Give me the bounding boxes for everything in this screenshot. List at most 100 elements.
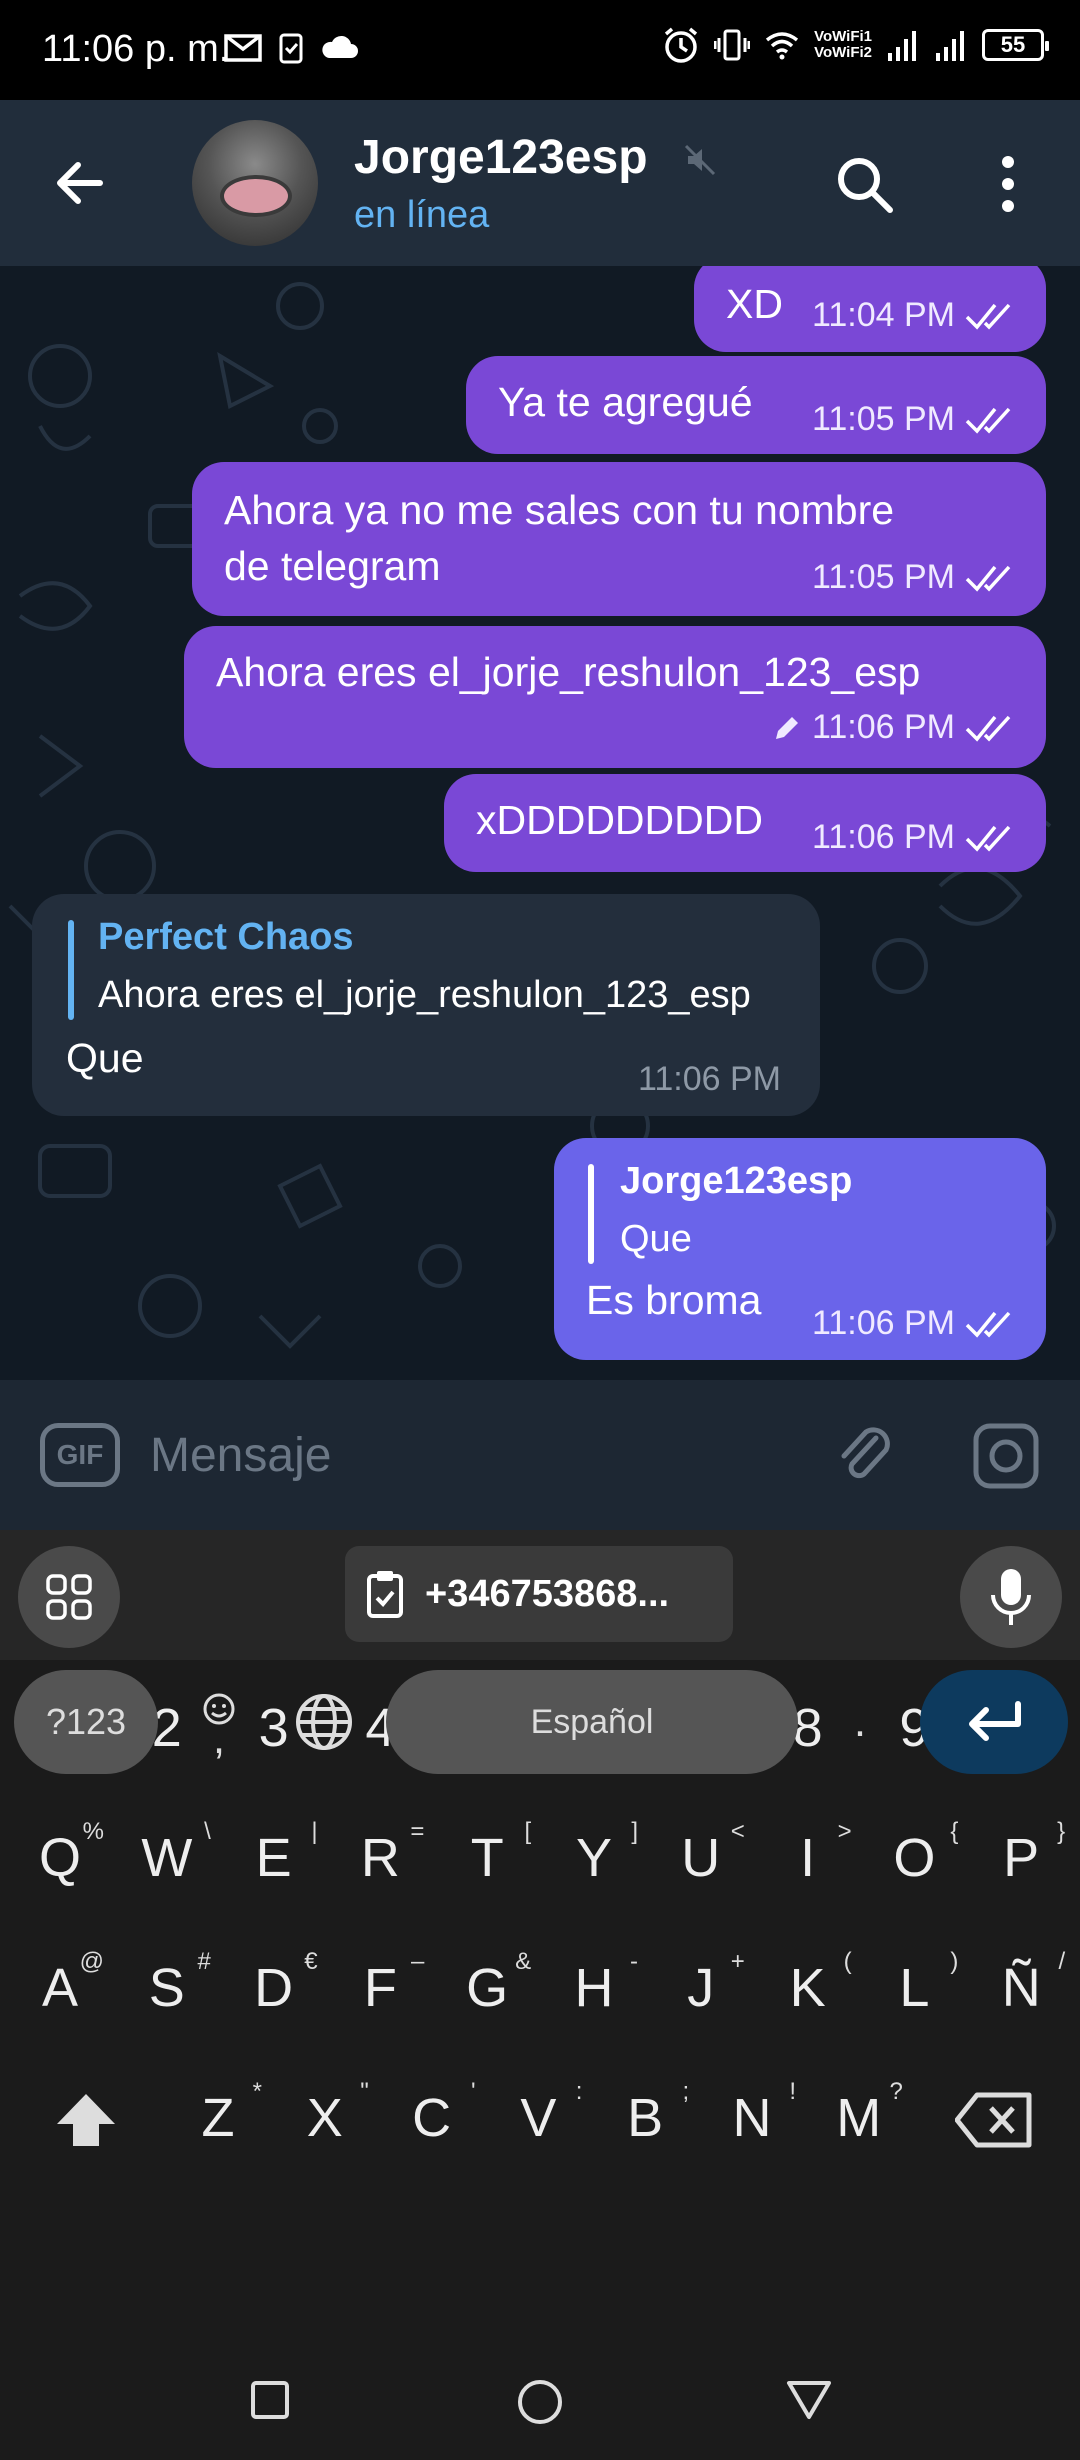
key[interactable]: B; bbox=[595, 2070, 695, 2166]
globe-icon bbox=[296, 1694, 352, 1750]
key[interactable]: J + bbox=[651, 1940, 751, 2036]
key-secondary-label: [ bbox=[524, 1818, 532, 1845]
back-arrow-icon[interactable] bbox=[50, 153, 110, 213]
key[interactable]: N! bbox=[702, 2070, 802, 2166]
key-secondary-label: ! bbox=[789, 2078, 796, 2105]
key[interactable]: S # bbox=[117, 1940, 217, 2036]
key[interactable]: Ñ / bbox=[971, 1940, 1071, 2036]
message-input[interactable]: Mensaje bbox=[150, 1428, 331, 1483]
symbols-key[interactable]: ?123 bbox=[14, 1670, 158, 1774]
backspace-key[interactable] bbox=[944, 2070, 1044, 2170]
key[interactable]: Z * bbox=[168, 2070, 268, 2166]
message-text: Ahora eres el_jorje_reshulon_123_esp bbox=[216, 649, 921, 695]
key[interactable]: T[ bbox=[437, 1810, 537, 1906]
message-time: 11:06 PM bbox=[638, 1060, 782, 1098]
message-time: 11:05 PM bbox=[812, 558, 956, 596]
key-label: H bbox=[574, 1958, 614, 2018]
message-text-line-2: de telegram bbox=[224, 543, 441, 589]
back-nav-icon[interactable] bbox=[786, 2380, 832, 2420]
key-label: U bbox=[681, 1828, 721, 1888]
emoji-comma-key[interactable]: , bbox=[184, 1670, 254, 1774]
key[interactable]: G & bbox=[437, 1940, 537, 2036]
key[interactable]: M? bbox=[809, 2070, 909, 2166]
key[interactable]: R = bbox=[330, 1810, 430, 1906]
message-text: xDDDDDDDDD bbox=[476, 797, 763, 843]
key-label: W bbox=[141, 1828, 193, 1888]
key-secondary-label: : bbox=[575, 2078, 583, 2105]
key[interactable]: O{ bbox=[864, 1810, 964, 1906]
message-time: 11:06 PM bbox=[812, 1304, 956, 1342]
key-secondary-label: { bbox=[950, 1818, 959, 1845]
enter-arrow-icon bbox=[969, 1701, 1021, 1741]
message-bubble-out[interactable]: Ahora eres el_jorje_reshulon_123_esp 11:… bbox=[184, 626, 1046, 768]
more-options-icon[interactable] bbox=[990, 154, 1026, 214]
grid-icon bbox=[46, 1574, 92, 1620]
key-label: M bbox=[836, 2088, 882, 2148]
clipboard-suggestion[interactable]: +346753868... bbox=[345, 1546, 733, 1642]
shift-arrow-icon bbox=[57, 2094, 115, 2146]
key-label: R bbox=[360, 1828, 400, 1888]
key-secondary-label: > bbox=[837, 1818, 852, 1845]
status-time: 11:06 p. m. bbox=[42, 28, 230, 70]
message-bubble-out[interactable]: Jorge123esp Que Es broma 11:06 PM bbox=[554, 1138, 1046, 1360]
key-label: B bbox=[627, 2088, 664, 2148]
navigation-bar bbox=[0, 2340, 1080, 2460]
message-bubble-out[interactable]: xDDDDDDDDD 11:06 PM bbox=[444, 774, 1046, 872]
signal-1-icon bbox=[888, 31, 916, 61]
key[interactable]: E | bbox=[224, 1810, 324, 1906]
muted-icon bbox=[684, 144, 716, 176]
shift-key[interactable] bbox=[36, 2070, 136, 2170]
key-label: O bbox=[893, 1828, 936, 1888]
message-bubble-out[interactable]: Ya te agregué 11:05 PM bbox=[466, 356, 1046, 454]
reply-author: Jorge123esp bbox=[620, 1160, 853, 1202]
key[interactable]: L) bbox=[864, 1940, 964, 2036]
contact-avatar[interactable] bbox=[192, 120, 318, 246]
key-label: Q bbox=[38, 1828, 81, 1888]
message-bubble-out[interactable]: Ahora ya no me sales con tu nombre de te… bbox=[192, 462, 1046, 616]
home-icon[interactable] bbox=[516, 2378, 564, 2426]
battery-indicator: 55 bbox=[982, 29, 1049, 61]
camera-icon[interactable] bbox=[970, 1420, 1042, 1492]
key[interactable]: X " bbox=[275, 2070, 375, 2166]
apps-grid-button[interactable] bbox=[18, 1546, 120, 1648]
period-key[interactable]: . bbox=[820, 1670, 900, 1774]
message-bubble-in[interactable]: Perfect Chaos Ahora eres el_jorje_reshul… bbox=[32, 894, 820, 1116]
key[interactable]: D € bbox=[224, 1940, 324, 2036]
key[interactable]: K( bbox=[758, 1940, 858, 2036]
key[interactable]: U < bbox=[651, 1810, 751, 1906]
key-secondary-label: @ bbox=[79, 1948, 104, 1975]
space-key[interactable]: Español bbox=[386, 1670, 798, 1774]
vowifi-labels: VoWiFi1 VoWiFi2 bbox=[814, 29, 872, 61]
key[interactable]: F – bbox=[330, 1940, 430, 2036]
key[interactable]: Q% bbox=[10, 1810, 110, 1906]
key[interactable]: H- bbox=[544, 1940, 644, 2036]
attach-icon[interactable] bbox=[830, 1420, 900, 1490]
key[interactable]: Y] bbox=[544, 1810, 644, 1906]
signal-2-icon bbox=[936, 31, 964, 61]
reply-author: Perfect Chaos bbox=[98, 916, 354, 958]
voice-input-button[interactable] bbox=[960, 1546, 1062, 1648]
key-label: G bbox=[466, 1958, 509, 2018]
enter-key[interactable] bbox=[920, 1670, 1068, 1774]
gmail-icon bbox=[224, 34, 262, 62]
gif-button[interactable]: GIF bbox=[40, 1423, 120, 1487]
key[interactable]: C ' bbox=[382, 2070, 482, 2166]
key-secondary-label: – bbox=[411, 1948, 425, 1975]
key[interactable]: W \ bbox=[117, 1810, 217, 1906]
contact-name[interactable]: Jorge123esp bbox=[354, 130, 648, 185]
message-meta: 11:06 PM bbox=[812, 818, 1019, 857]
key[interactable]: A @ bbox=[10, 1940, 110, 2036]
key[interactable]: P} bbox=[971, 1810, 1071, 1906]
chat-area[interactable]: XD 11:04 PM Ya te agregué 11:05 PM Ahora… bbox=[0, 266, 1080, 1380]
message-text: Que bbox=[66, 1035, 144, 1081]
search-icon[interactable] bbox=[832, 152, 896, 216]
message-bubble-out[interactable]: XD 11:04 PM bbox=[694, 266, 1046, 352]
message-meta: 11:05 PM bbox=[812, 400, 1019, 439]
language-key[interactable] bbox=[280, 1670, 368, 1774]
key[interactable]: I > bbox=[758, 1810, 858, 1906]
key-label: D bbox=[254, 1958, 294, 2018]
key[interactable]: V: bbox=[488, 2070, 588, 2166]
recent-apps-icon[interactable] bbox=[250, 2380, 290, 2420]
message-text: Es broma bbox=[586, 1277, 762, 1323]
key-secondary-label: ( bbox=[843, 1948, 852, 1975]
